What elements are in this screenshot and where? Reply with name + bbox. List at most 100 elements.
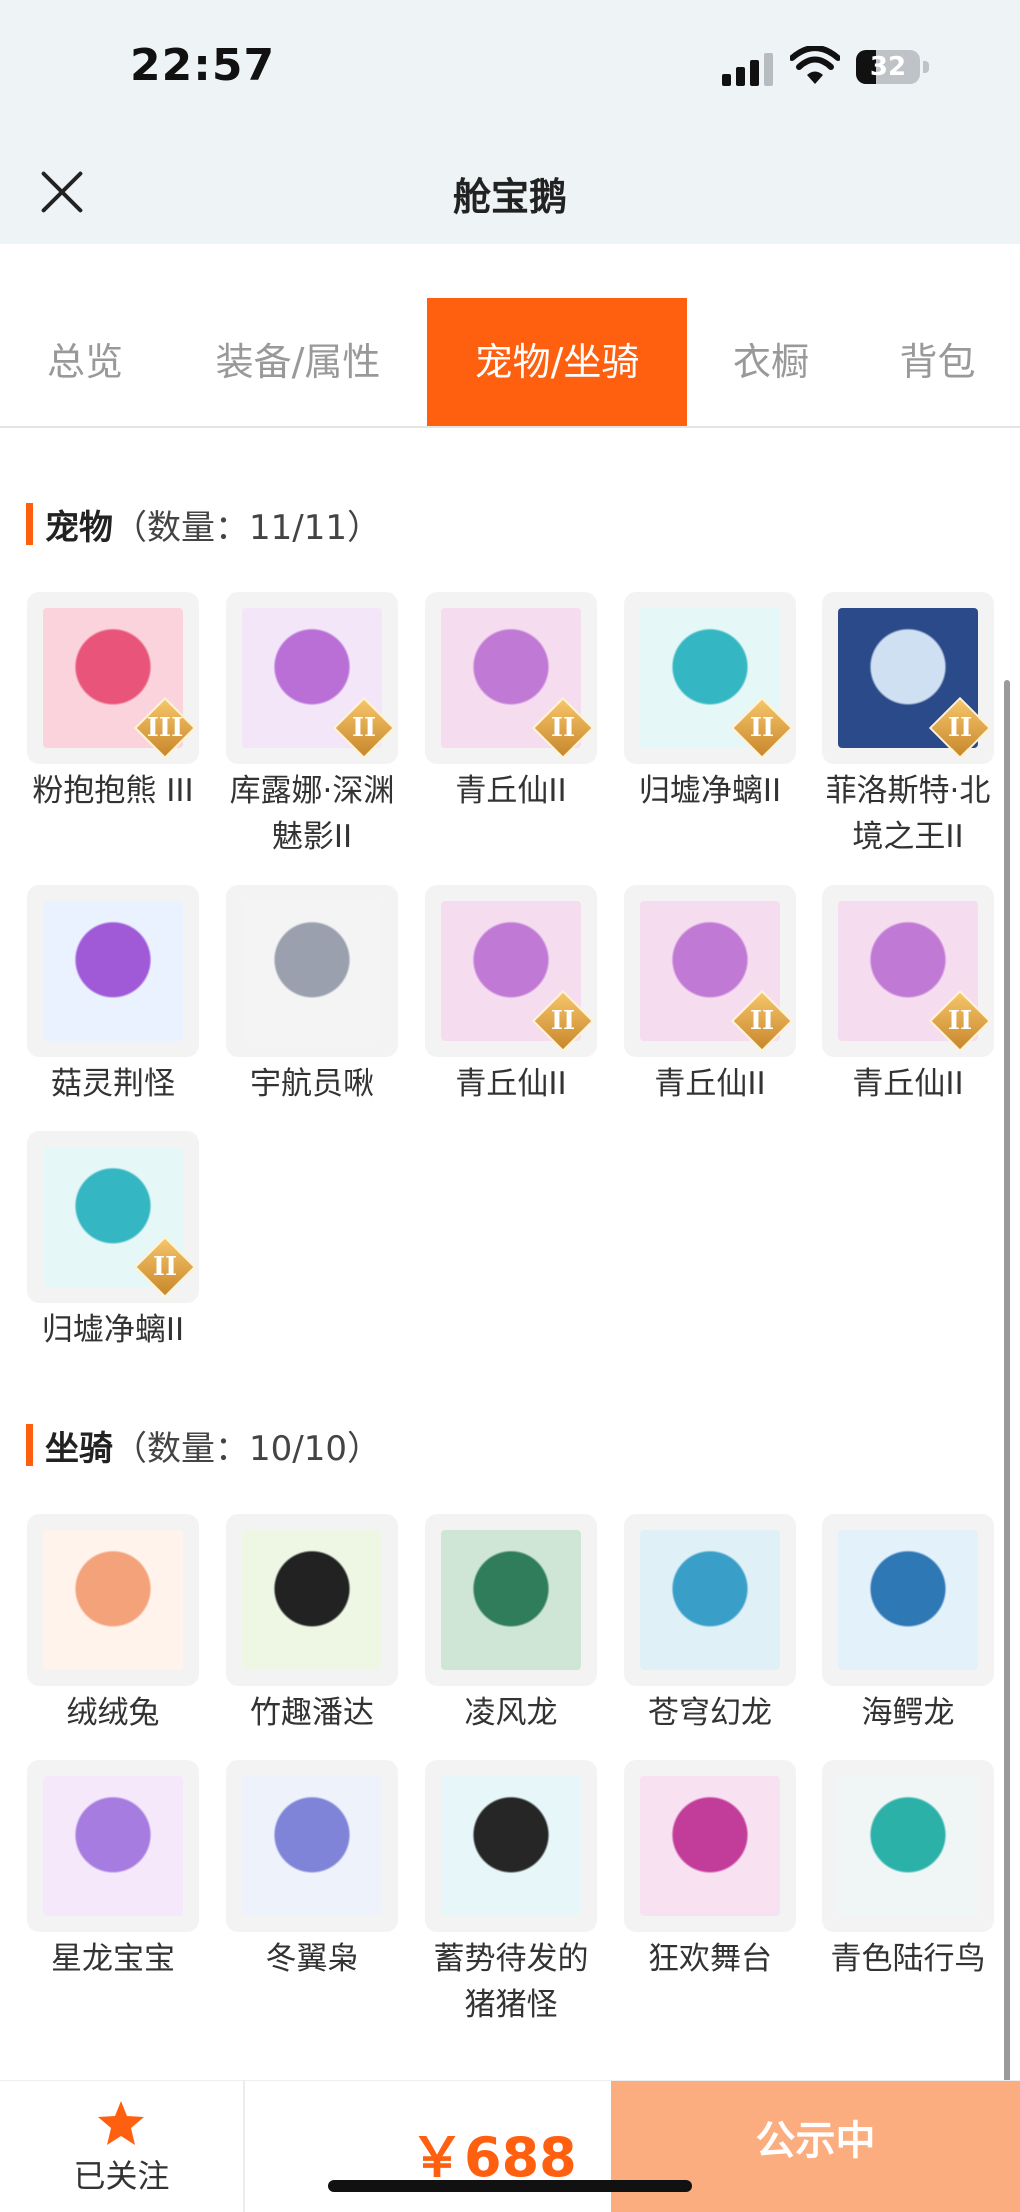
tab-pets-mounts[interactable]: 宠物/坐骑 (427, 298, 687, 426)
mounts-title: 坐骑 (45, 1428, 113, 1469)
mount-name: 海鳄龙 (861, 1695, 955, 1731)
pet-item[interactable]: II 菲洛斯特·北境之王II (822, 592, 994, 860)
pets-section-title: 宠物 （数量：11/11） (26, 503, 381, 548)
tab-overview[interactable]: 总览 (0, 298, 170, 426)
pet-item[interactable]: II 归墟净螭II (27, 1131, 199, 1353)
follow-button[interactable]: 已关注 (0, 2081, 245, 2212)
mount-name: 凌风龙 (464, 1695, 558, 1731)
mount-thumbnail (27, 1760, 199, 1932)
mount-item[interactable]: 苍穹幻龙 (624, 1514, 796, 1736)
pet-thumbnail: II (27, 1131, 199, 1303)
pet-name: 青丘仙II (654, 1066, 766, 1102)
pet-name: 青丘仙II (455, 1066, 567, 1102)
pet-thumbnail: II (822, 592, 994, 764)
mount-thumbnail (226, 1760, 398, 1932)
pets-title: 宠物 (45, 507, 113, 548)
pet-item[interactable]: II 青丘仙II (425, 592, 597, 814)
pet-item[interactable]: II 青丘仙II (822, 885, 994, 1107)
mount-name: 绒绒兔 (66, 1695, 160, 1731)
pet-name: 青丘仙II (455, 773, 567, 809)
battery-level: 32 (869, 52, 907, 82)
mount-thumbnail (822, 1760, 994, 1932)
mount-item[interactable]: 狂欢舞台 (624, 1760, 796, 1982)
mount-thumbnail (624, 1760, 796, 1932)
pet-item[interactable]: II 库露娜·深渊魅影II (226, 592, 398, 860)
tab-bag[interactable]: 背包 (855, 298, 1020, 426)
mount-thumbnail (226, 1514, 398, 1686)
mount-item[interactable]: 海鳄龙 (822, 1514, 994, 1736)
mount-image (838, 1776, 978, 1916)
pet-thumbnail: II (624, 592, 796, 764)
status-time: 22:57 (130, 40, 276, 91)
mount-thumbnail (425, 1760, 597, 1932)
pet-thumbnail (226, 885, 398, 1057)
mount-item[interactable]: 绒绒兔 (27, 1514, 199, 1736)
bottom-bar: 已关注 ￥688 公示中 (0, 2080, 1020, 2212)
pet-item[interactable]: III 粉抱抱熊 III (27, 592, 199, 814)
mount-item[interactable]: 蓄势待发的猪猪怪 (425, 1760, 597, 2028)
tab-equipment[interactable]: 装备/属性 (170, 298, 426, 426)
mount-name: 青色陆行鸟 (830, 1941, 986, 1977)
mount-name: 蓄势待发的猪猪怪 (433, 1941, 589, 2023)
mount-image (838, 1530, 978, 1670)
pet-item[interactable]: II 青丘仙II (425, 885, 597, 1107)
star-icon (98, 2101, 144, 2145)
pet-name: 青丘仙II (852, 1066, 964, 1102)
mounts-section-title: 坐骑 （数量：10/10） (26, 1424, 381, 1469)
follow-label: 已关注 (73, 2157, 170, 2195)
mount-image (640, 1776, 780, 1916)
pet-thumbnail: II (425, 592, 597, 764)
pet-item[interactable]: II 青丘仙II (624, 885, 796, 1107)
page-title: 舱宝鹅 (452, 175, 567, 219)
mount-name: 星龙宝宝 (51, 1941, 175, 1977)
pet-thumbnail: II (624, 885, 796, 1057)
tab-bar: 总览 装备/属性 宠物/坐骑 衣橱 背包 (0, 298, 1020, 428)
home-indicator (328, 2180, 692, 2192)
pet-name: 归墟净螭II (638, 773, 782, 809)
mount-item[interactable]: 凌风龙 (425, 1514, 597, 1736)
pet-item[interactable]: 宇航员啾 (226, 885, 398, 1107)
pet-name: 宇航员啾 (250, 1066, 374, 1102)
pet-thumbnail: II (822, 885, 994, 1057)
mounts-count: （数量：10/10） (113, 1428, 381, 1469)
mount-name: 冬翼枭 (265, 1941, 359, 1977)
mount-name: 竹趣潘达 (250, 1695, 374, 1731)
mount-item[interactable]: 星龙宝宝 (27, 1760, 199, 1982)
mount-image (441, 1530, 581, 1670)
pet-image (43, 901, 183, 1041)
wifi-icon (790, 46, 840, 84)
pet-name: 菇灵荆怪 (51, 1066, 175, 1102)
mount-image (242, 1776, 382, 1916)
mount-image (43, 1530, 183, 1670)
mount-thumbnail (822, 1514, 994, 1686)
pet-item[interactable]: 菇灵荆怪 (27, 885, 199, 1107)
pet-name: 归墟净螭II (41, 1312, 185, 1348)
pet-item[interactable]: II 归墟净螭II (624, 592, 796, 814)
mount-image (441, 1776, 581, 1916)
mount-item[interactable]: 竹趣潘达 (226, 1514, 398, 1736)
mount-name: 狂欢舞台 (648, 1941, 772, 1977)
pet-thumbnail: II (425, 885, 597, 1057)
pet-image (242, 901, 382, 1041)
mount-thumbnail (624, 1514, 796, 1686)
mount-image (242, 1530, 382, 1670)
scrollbar[interactable] (1004, 680, 1010, 2090)
pet-thumbnail: II (226, 592, 398, 764)
pet-name: 菲洛斯特·北境之王II (825, 773, 991, 855)
top-bar: 22:57 32 舱宝鹅 (0, 0, 1020, 244)
pet-name: 粉抱抱熊 III (32, 773, 194, 809)
mount-name: 苍穹幻龙 (648, 1695, 772, 1731)
pet-name: 库露娜·深渊魅影II (229, 773, 395, 855)
mount-image (43, 1776, 183, 1916)
pet-thumbnail (27, 885, 199, 1057)
mount-thumbnail (27, 1514, 199, 1686)
status-button[interactable]: 公示中 (611, 2081, 1020, 2212)
mount-image (640, 1530, 780, 1670)
mount-thumbnail (425, 1514, 597, 1686)
mount-item[interactable]: 冬翼枭 (226, 1760, 398, 1982)
pet-thumbnail: III (27, 592, 199, 764)
battery-icon: 32 (856, 50, 932, 86)
mount-item[interactable]: 青色陆行鸟 (822, 1760, 994, 1982)
tab-wardrobe[interactable]: 衣橱 (687, 298, 855, 426)
pets-count: （数量：11/11） (113, 507, 381, 548)
